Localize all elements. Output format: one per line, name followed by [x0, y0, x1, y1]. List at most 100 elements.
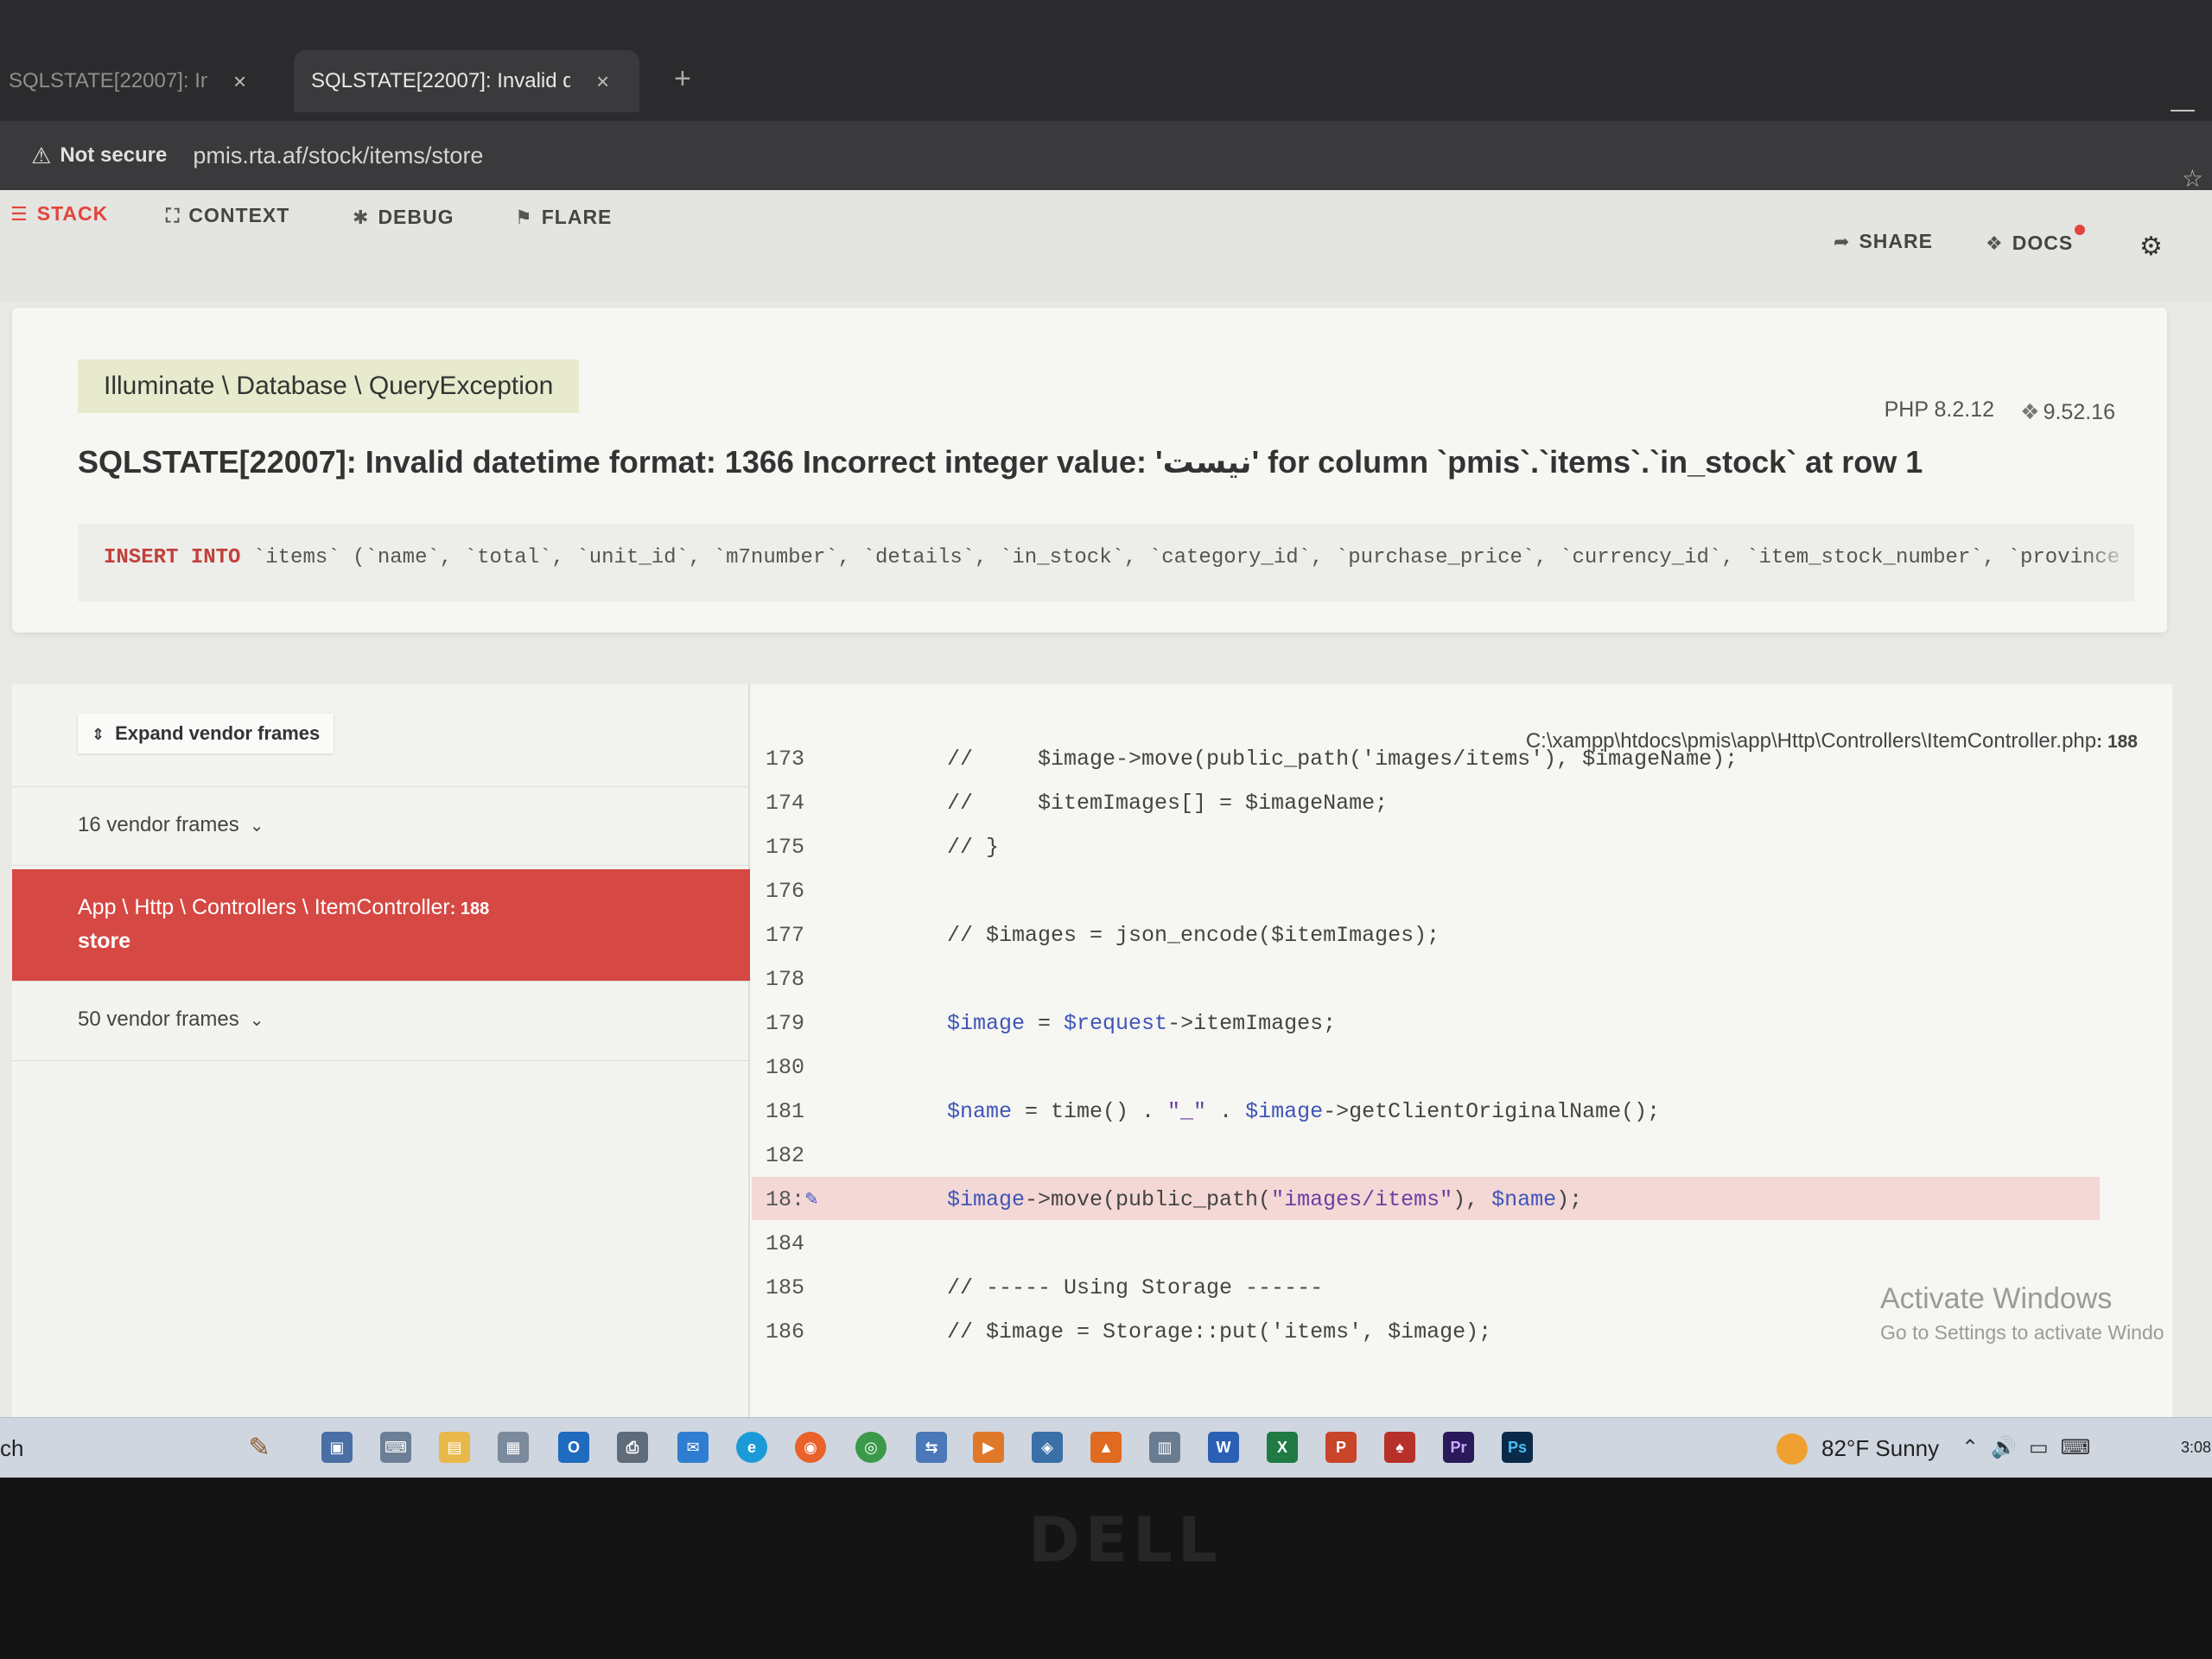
flag-icon: ⚑	[515, 206, 533, 228]
line-number: 180	[766, 1055, 805, 1080]
expand-icon: ⛶	[166, 204, 181, 226]
widget-icon[interactable]: ✎	[216, 1427, 302, 1468]
bug-icon: ✱	[353, 206, 370, 228]
expand-vendor-frames-label: Expand vendor frames	[115, 722, 321, 744]
browser-tab[interactable]: SQLSTATE[22007]: Invalid date ×	[0, 50, 276, 112]
media-player-icon[interactable]: ▶	[973, 1432, 1004, 1463]
line-number: 179	[766, 1011, 805, 1036]
code-text: // $itemImages[] = $imageName;	[947, 791, 1389, 816]
file-line: : 188	[2096, 732, 2138, 752]
tab-context-label: CONTEXT	[188, 204, 290, 226]
tab-debug[interactable]: ✱ DEBUG	[353, 206, 454, 229]
tab-stack[interactable]: ☰ STACK	[10, 202, 108, 226]
mail-icon[interactable]: ✉	[677, 1432, 709, 1463]
firefox-icon[interactable]: ◉	[795, 1432, 826, 1463]
chevron-down-icon: ⌄	[249, 1011, 264, 1030]
address-bar[interactable]: ⚠ Not secure pmis.rta.af/stock/items/sto…	[0, 121, 2212, 193]
sun-icon[interactable]	[1777, 1433, 1808, 1465]
line-number: 181	[766, 1099, 805, 1124]
code-text: $name = time() . "_" . $image->getClient…	[947, 1099, 1661, 1124]
code-line: 181 $name = time() . "_" . $image->getCli…	[752, 1089, 2100, 1132]
outlook-icon[interactable]: O	[558, 1432, 589, 1463]
close-icon[interactable]: ×	[233, 68, 246, 95]
security-indicator[interactable]: ⚠ Not secure	[31, 143, 167, 169]
code-line: 184	[752, 1221, 2100, 1264]
chrome-icon[interactable]: ◎	[855, 1432, 887, 1463]
line-number: 177	[766, 923, 805, 948]
excel-icon[interactable]: X	[1267, 1432, 1298, 1463]
bookmark-star-icon[interactable]: ☆	[2182, 164, 2203, 193]
list-icon: ☰	[10, 202, 29, 225]
tab-title: SQLSTATE[22007]: Invalid date	[9, 69, 207, 92]
code-line: 178	[752, 957, 2100, 1000]
powerpoint-icon[interactable]: P	[1325, 1432, 1357, 1463]
expand-vendor-frames-button[interactable]: ⇕ Expand vendor frames	[78, 714, 334, 753]
tab-flare[interactable]: ⚑ FLARE	[515, 206, 612, 229]
url-text[interactable]: pmis.rta.af/stock/items/store	[193, 143, 483, 169]
code-line: 175 // }	[752, 824, 2100, 868]
folder-icon[interactable]: ▤	[439, 1432, 470, 1463]
code-line: 176	[752, 868, 2100, 912]
word-icon[interactable]: W	[1208, 1432, 1239, 1463]
weather-text[interactable]: 82°F Sunny	[1821, 1435, 1939, 1462]
code-line: 180	[752, 1045, 2100, 1088]
gear-icon[interactable]: ⚙	[2139, 232, 2164, 262]
remote-desktop-icon[interactable]: ⇆	[916, 1432, 947, 1463]
vendor-frames-label: 50 vendor frames	[78, 1007, 239, 1031]
sql-keyword: INSERT INTO	[104, 546, 241, 569]
keyboard-icon[interactable]: ⌨	[380, 1432, 411, 1463]
watermark-subtitle: Go to Settings to activate Windo	[1880, 1321, 2164, 1344]
minimize-icon[interactable]: —	[2171, 95, 2195, 123]
active-frame[interactable]: App \ Http \ Controllers \ ItemControlle…	[12, 869, 750, 982]
printer-icon[interactable]: ⎙	[617, 1432, 648, 1463]
docs-button[interactable]: ❖ DOCS	[1986, 225, 2086, 255]
line-number: 178	[766, 967, 805, 992]
tab-context[interactable]: ⛶ CONTEXT	[166, 204, 289, 227]
laravel-icon: ❖	[2020, 400, 2040, 424]
vlc-icon[interactable]: ▲	[1090, 1432, 1122, 1463]
tab-debug-label: DEBUG	[378, 206, 454, 228]
photoshop-icon[interactable]: Ps	[1502, 1432, 1533, 1463]
frames-list: ⇕ Expand vendor frames 16 vendor frames ⌄ …	[12, 684, 750, 1462]
security-label: Not secure	[60, 143, 168, 167]
calculator-icon[interactable]: ▦	[498, 1432, 529, 1463]
sql-query[interactable]: INSERT INTO `items` (`name`, `total`, `u…	[78, 524, 2134, 601]
code-text: // $images = json_encode($itemImages);	[947, 923, 1440, 948]
line-number: 182	[766, 1143, 805, 1168]
window-icon[interactable]: ▣	[321, 1432, 353, 1463]
laravel-version: ❖ 9.52.16	[2020, 399, 2115, 425]
new-tab-button[interactable]: +	[674, 62, 691, 96]
system-tray-icons[interactable]: ⌃🔊▭⌨	[1961, 1435, 2102, 1460]
share-button[interactable]: ➦ SHARE	[1834, 230, 1933, 253]
laravel-version-text: 9.52.16	[2043, 400, 2115, 424]
acrobat-icon[interactable]: ♠	[1384, 1432, 1415, 1463]
pencil-icon[interactable]: ✎	[805, 1185, 817, 1211]
line-number: 174	[766, 791, 805, 816]
vendor-frames-group[interactable]: 50 vendor frames ⌄	[12, 982, 750, 1061]
stack-panel: ⇕ Expand vendor frames 16 vendor frames ⌄ …	[12, 684, 2172, 1462]
premiere-icon[interactable]: Pr	[1443, 1432, 1474, 1463]
edge-icon[interactable]: e	[736, 1432, 767, 1463]
clock-time[interactable]: 3:08	[2181, 1439, 2211, 1457]
store-icon[interactable]: ▥	[1149, 1432, 1180, 1463]
code-line: 177 // $images = json_encode($itemImages)…	[752, 912, 2100, 956]
sql-fade	[2082, 524, 2134, 601]
app-icon[interactable]: ◈	[1032, 1432, 1063, 1463]
close-icon[interactable]: ×	[596, 68, 609, 95]
sql-text: `items` (`name`, `total`, `unit_id`, `m7…	[240, 546, 2120, 569]
browser-tab-bar: SQLSTATE[22007]: Invalid date × SQLSTATE…	[0, 0, 2212, 123]
frame-class: App \ Http \ Controllers \ ItemControlle…	[78, 895, 450, 919]
taskbar-search[interactable]: ch	[0, 1435, 23, 1462]
browser-tab-active[interactable]: SQLSTATE[22007]: Invalid date ×	[294, 50, 639, 112]
vendor-frames-group[interactable]: 16 vendor frames ⌄	[12, 786, 750, 866]
tab-title: SQLSTATE[22007]: Invalid date	[311, 69, 570, 92]
share-icon: ➦	[1834, 230, 1851, 252]
notification-dot	[2075, 225, 2086, 235]
warning-icon: ⚠	[31, 142, 52, 168]
line-number: 184	[766, 1231, 805, 1256]
docs-label: DOCS	[2012, 232, 2074, 254]
screen: SQLSTATE[22007]: Invalid date × SQLSTATE…	[0, 0, 2212, 1478]
code-line: 174 // $itemImages[] = $imageName;	[752, 780, 2100, 823]
ignition-nav: ☰ STACK ⛶ CONTEXT ✱ DEBUG ⚑ FLARE ➦ SHAR…	[0, 190, 2212, 302]
activate-windows-watermark: Activate Windows Go to Settings to activ…	[1880, 1282, 2164, 1344]
